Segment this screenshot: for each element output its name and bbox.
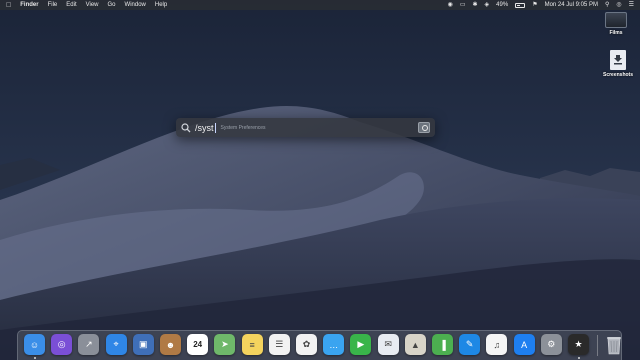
keynote-icon: ▲: [410, 339, 420, 350]
dock-item-final-cut-pro[interactable]: ★: [568, 334, 589, 355]
dock: ☺ ◎ ↗ ⌖ ▣ ☻ 24 ➤ ≡ ☰ ✿ … ▶ ✉ ▲ ▐ ✎ ♫ A ⚙ ★: [17, 330, 622, 360]
running-indicator: [33, 357, 36, 359]
photo-icon: ▣: [139, 339, 148, 349]
menu-file[interactable]: File: [48, 0, 58, 10]
status-area: ◉ ▭ ✱ ◈ 49% ⚑ Mon 24 Jul 9:05 PM ⚲ ◎ ☰: [441, 0, 634, 10]
desktop-icon-films[interactable]: Films: [596, 12, 636, 36]
dock-item-keynote[interactable]: ▲: [404, 334, 426, 355]
gear-icon: ⚙: [547, 339, 556, 349]
siri-menu-icon[interactable]: ◎: [616, 0, 621, 10]
contacts-icon: ☻: [165, 339, 176, 350]
pages-icon: ✎: [465, 339, 474, 349]
menu-go[interactable]: Go: [108, 0, 116, 10]
photos-icon: ✿: [302, 339, 311, 349]
dock-item-numbers[interactable]: ▐: [432, 334, 453, 355]
dock-item-app-store[interactable]: A: [513, 334, 535, 355]
dock-item-photos[interactable]: ✿: [296, 334, 317, 355]
bluetooth-icon[interactable]: ✱: [473, 0, 478, 10]
desktop-icon-label: Screenshots: [602, 72, 633, 78]
desktop:  Finder File Edit View Go Window Help ◉…: [0, 0, 640, 360]
reminders-icon: ☰: [275, 339, 284, 349]
dock-divider: [597, 335, 599, 356]
folder-icon: [605, 12, 627, 28]
launchpad-icon: ↗: [85, 339, 93, 349]
text-caret: [214, 122, 216, 133]
record-icon[interactable]: ◉: [448, 0, 453, 10]
dock-item-facetime[interactable]: ▶: [350, 334, 372, 355]
menu-help[interactable]: Help: [155, 0, 167, 10]
airplay-icon[interactable]: ▭: [460, 0, 466, 10]
dock-item-siri[interactable]: ◎: [51, 334, 73, 355]
notification-center-icon[interactable]: ☰: [629, 0, 634, 10]
safari-icon: ⌖: [113, 339, 119, 349]
calendar-icon: 24: [193, 340, 203, 349]
trash-icon: [606, 337, 621, 355]
dock-item-itunes[interactable]: ♫: [486, 334, 508, 355]
itunes-icon: ♫: [493, 339, 501, 350]
spotlight-input[interactable]: /syst: [195, 123, 214, 133]
spotlight-bar: /syst System Preferences: [176, 118, 435, 137]
dock-item-mail[interactable]: ✉: [377, 334, 399, 355]
menu-clock[interactable]: Mon 24 Jul 9:05 PM: [545, 0, 598, 10]
menu-bar:  Finder File Edit View Go Window Help ◉…: [0, 0, 640, 10]
dock-item-notes[interactable]: ≡: [241, 334, 263, 355]
menu-window[interactable]: Window: [125, 0, 146, 10]
search-icon: [181, 122, 191, 132]
dock-item-launchpad[interactable]: ↗: [78, 334, 100, 355]
dock-item-messages[interactable]: …: [323, 334, 345, 355]
dock-item-pages[interactable]: ✎: [459, 334, 481, 355]
dock-item-safari[interactable]: ⌖: [105, 334, 127, 355]
dock-item-finder[interactable]: ☺: [24, 334, 45, 355]
numbers-icon: ▐: [439, 339, 446, 350]
document-icon: [610, 50, 626, 70]
dock-item-contacts[interactable]: ☻: [160, 334, 181, 355]
wifi-icon[interactable]: ◈: [485, 0, 490, 10]
final-cut-icon: ★: [574, 339, 583, 349]
menu-edit[interactable]: Edit: [66, 0, 76, 10]
mail-icon: ✉: [384, 339, 392, 349]
desktop-icon-label: Films: [609, 30, 623, 36]
apple-menu-icon[interactable]: : [6, 2, 11, 9]
wallpaper-image: [0, 0, 640, 360]
finder-icon: ☺: [29, 339, 40, 350]
running-indicator: [577, 357, 580, 359]
app-store-icon: A: [521, 339, 528, 350]
battery-icon[interactable]: [515, 2, 526, 8]
dock-item-reminders[interactable]: ☰: [268, 334, 290, 355]
menu-finder[interactable]: Finder: [20, 0, 38, 10]
desktop-icon-screenshots[interactable]: Screenshots: [598, 50, 638, 78]
spotlight-suggestion: System Preferences: [220, 124, 266, 131]
system-preferences-icon[interactable]: [418, 122, 430, 133]
flag-icon[interactable]: ⚑: [532, 0, 537, 10]
facetime-icon: ▶: [357, 339, 365, 349]
dock-item-system-preferences[interactable]: ⚙: [540, 334, 562, 355]
dock-item-maps[interactable]: ➤: [214, 334, 236, 355]
dock-item-calendar[interactable]: 24: [187, 334, 209, 355]
menu-view[interactable]: View: [86, 0, 99, 10]
notes-icon: ≡: [249, 339, 255, 350]
dock-item-trash[interactable]: [603, 334, 624, 355]
siri-icon: ◎: [57, 339, 66, 349]
dock-item-photo-booth[interactable]: ▣: [132, 334, 154, 355]
messages-icon: …: [329, 339, 339, 350]
spotlight-icon[interactable]: ⚲: [605, 0, 609, 10]
maps-icon: ➤: [221, 339, 229, 349]
battery-percent: 49%: [496, 2, 509, 8]
